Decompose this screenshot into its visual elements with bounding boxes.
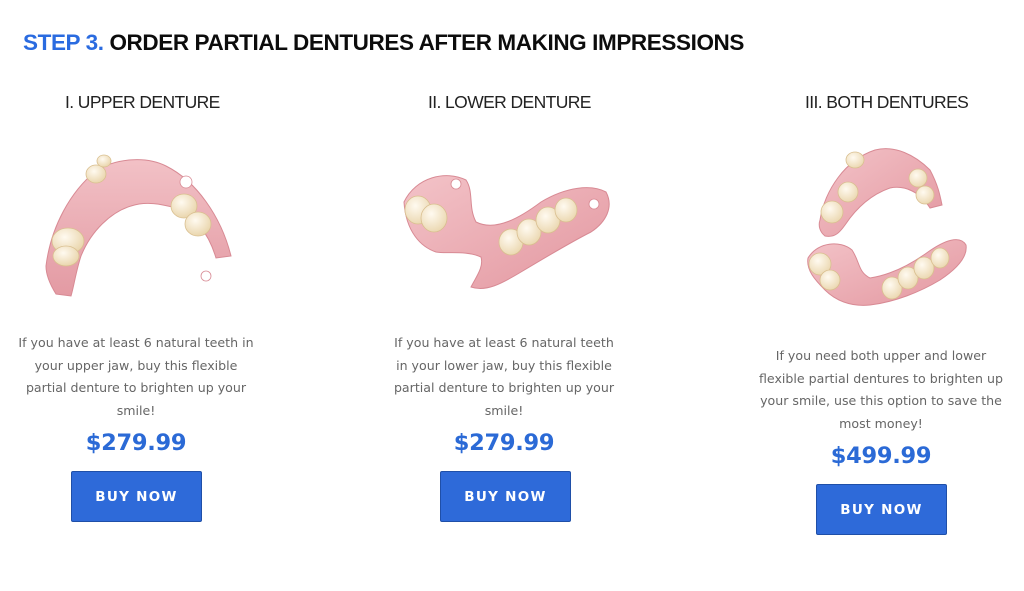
section-heading: STEP 3. ORDER PARTIAL DENTURES AFTER MAK… <box>23 30 744 56</box>
product-description: If you have at least 6 natural teeth in … <box>393 335 615 418</box>
product-price: $499.99 <box>830 443 932 469</box>
buy-now-button-both[interactable]: BUY NOW <box>816 484 947 535</box>
product-price: $279.99 <box>85 430 187 456</box>
buy-now-button-upper[interactable]: BUY NOW <box>71 471 202 522</box>
step-label: STEP 3. <box>23 30 104 55</box>
product-title: II. LOWER DENTURE <box>428 92 591 112</box>
product-price: $279.99 <box>453 430 555 456</box>
product-description: If you have at least 6 natural teeth in … <box>18 335 254 418</box>
product-title: III. BOTH DENTURES <box>805 92 969 112</box>
product-title: I. UPPER DENTURE <box>65 92 220 112</box>
both-dentures-image <box>807 148 967 306</box>
product-description: If you need both upper and lower flexibl… <box>759 348 1003 431</box>
heading-title: ORDER PARTIAL DENTURES AFTER MAKING IMPR… <box>109 30 745 55</box>
buy-now-button-lower[interactable]: BUY NOW <box>440 471 571 522</box>
lower-denture-image <box>403 175 610 289</box>
upper-denture-image <box>45 154 232 297</box>
